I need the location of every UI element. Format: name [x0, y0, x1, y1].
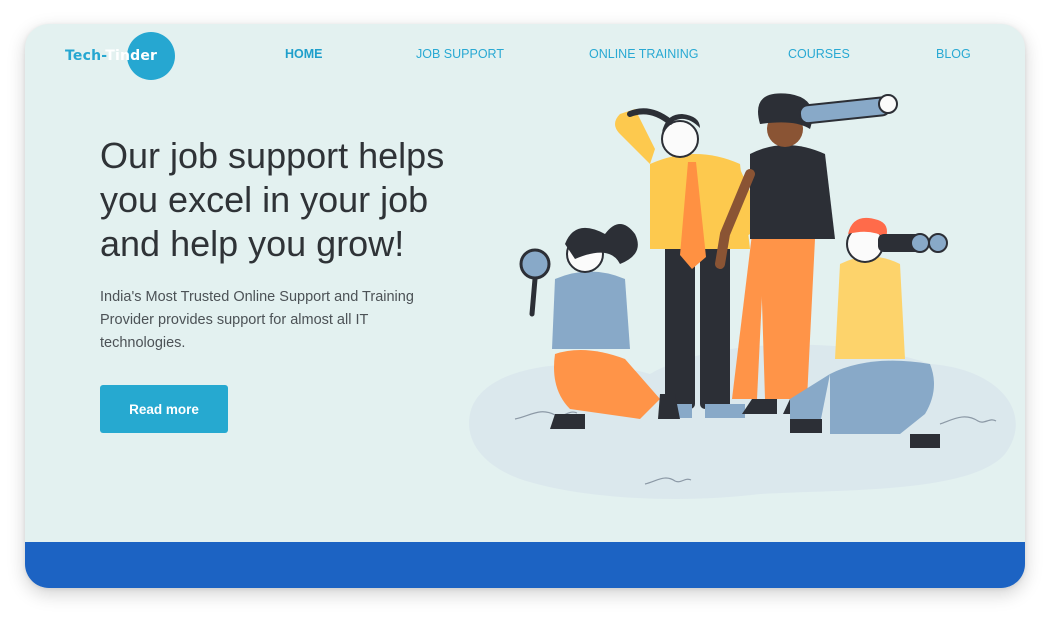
hero-card: Tech-Tinder HOME JOB SUPPORT ONLINE TRAI… — [25, 24, 1025, 588]
site-logo[interactable]: Tech-Tinder — [65, 32, 175, 80]
hero-headline: Our job support helps you excel in your … — [100, 135, 445, 264]
people-searching-illustration — [469, 93, 1016, 499]
nav-job-support[interactable]: JOB SUPPORT — [416, 47, 504, 61]
main-nav: HOME JOB SUPPORT ONLINE TRAINING COURSES… — [25, 47, 1025, 65]
nav-courses[interactable]: COURSES — [788, 47, 850, 61]
nav-blog[interactable]: BLOG — [936, 47, 971, 61]
logo-text-part2: Tinder — [105, 48, 158, 64]
read-more-button[interactable]: Read more — [100, 385, 228, 433]
nav-home[interactable]: HOME — [285, 47, 323, 61]
nav-online-training[interactable]: ONLINE TRAINING — [589, 47, 699, 61]
logo-text-part1: Tech- — [65, 48, 106, 64]
hero-subtext: India's Most Trusted Online Support and … — [100, 289, 414, 351]
logo-text: Tech-Tinder — [65, 48, 157, 64]
footer-band — [25, 542, 1025, 588]
